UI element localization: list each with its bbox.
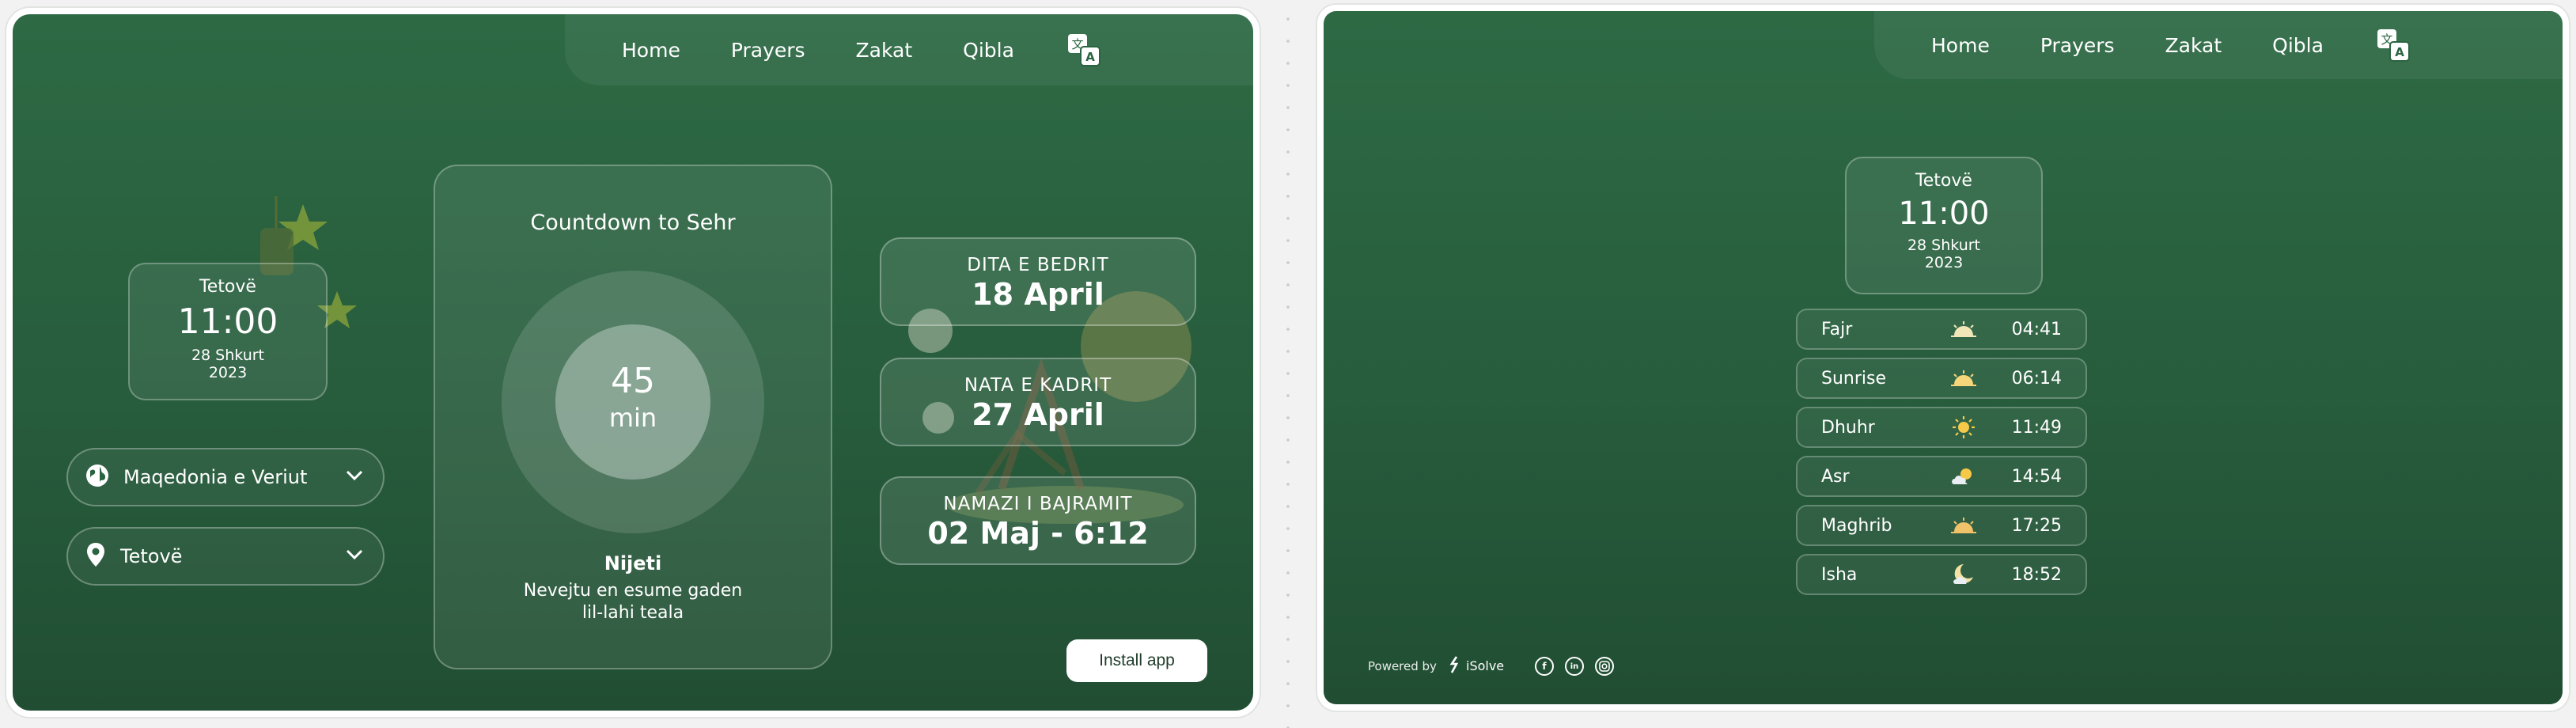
- clock-time: 11:00: [177, 301, 278, 342]
- city-select-value: Tetovë: [120, 545, 183, 567]
- prayer-row-asr: Asr 14:54: [1796, 456, 2087, 497]
- clock-city: Tetovë: [199, 277, 256, 297]
- prayer-name: Fajr: [1821, 319, 1853, 339]
- prayer-name: Maghrib: [1821, 515, 1892, 536]
- countdown-value: 45: [611, 361, 655, 401]
- prayer-row-maghrib: Maghrib 17:25: [1796, 505, 2087, 546]
- country-select[interactable]: Maqedonia e Veriut: [66, 448, 385, 506]
- prayer-name: Isha: [1821, 564, 1858, 585]
- event-card-bedr: DITA E BEDRIT 18 April: [880, 237, 1196, 326]
- clock-city: Tetovë: [1915, 171, 1972, 191]
- prayer-row-fajr: Fajr 04:41: [1796, 309, 2087, 350]
- nav-qibla[interactable]: Qibla: [2247, 34, 2349, 57]
- clock-year: 2023: [208, 364, 248, 381]
- clock-date: 28 Shkurt: [1907, 237, 1981, 254]
- sun-cloud-icon: [1940, 465, 1987, 487]
- prayer-time: 17:25: [2011, 515, 2062, 536]
- intention-line-2: lil-lahi teala: [581, 603, 684, 623]
- location-pin-icon: [85, 542, 106, 571]
- nav-zakat[interactable]: Zakat: [2140, 34, 2248, 57]
- event-title: NAMAZI I BAJRAMIT: [943, 494, 1133, 514]
- prayers-screen-panel: Home Prayers Zakat Qibla 文 A Tetovë 11:0…: [1324, 11, 2563, 704]
- svg-text:A: A: [1085, 50, 1095, 64]
- clock-card: Tetovë 11:00 28 Shkurt 2023: [1845, 157, 2043, 294]
- home-screen-panel: Home Prayers Zakat Qibla 文 A Tetovë 11:0…: [13, 14, 1253, 711]
- countdown-ring: 45 min: [502, 271, 764, 533]
- event-card-kadr: NATA E KADRIT 27 April: [880, 358, 1196, 446]
- prayer-name: Dhuhr: [1821, 417, 1875, 438]
- powered-by-label: Powered by: [1368, 659, 1437, 673]
- countdown-card: Countdown to Sehr 45 min Nijeti Nevejtu …: [434, 165, 832, 669]
- countdown-inner-circle: 45 min: [555, 324, 710, 480]
- linkedin-icon[interactable]: in: [1565, 657, 1584, 676]
- event-card-bajram: NAMAZI I BAJRAMIT 02 Maj - 6:12: [880, 476, 1196, 565]
- canvas-dot-grid: [1272, 0, 1304, 728]
- country-select-value: Maqedonia e Veriut: [123, 466, 308, 488]
- moon-cloud-icon: [1940, 563, 1987, 586]
- prayer-row-isha: Isha 18:52: [1796, 554, 2087, 595]
- prayer-time: 04:41: [2011, 319, 2062, 339]
- sunrise-icon: [1940, 320, 1987, 339]
- nav-home[interactable]: Home: [597, 39, 706, 62]
- sun-icon: [1940, 415, 1987, 439]
- translate-icon[interactable]: 文 A: [2376, 28, 2411, 63]
- event-title: NATA E KADRIT: [964, 375, 1112, 396]
- top-nav: Home Prayers Zakat Qibla 文 A: [1874, 11, 2563, 79]
- prayer-time: 11:49: [2011, 417, 2062, 438]
- intention-line-1: Nevejtu en esume gaden: [523, 581, 743, 601]
- city-select[interactable]: Tetovë: [66, 527, 385, 586]
- event-date: 18 April: [972, 277, 1104, 312]
- isolve-logo-icon: [1447, 655, 1461, 677]
- event-date: 02 Maj - 6:12: [927, 516, 1149, 551]
- event-title: DITA E BEDRIT: [967, 255, 1109, 275]
- install-app-button[interactable]: Install app: [1066, 639, 1207, 682]
- prayer-row-dhuhr: Dhuhr 11:49: [1796, 407, 2087, 448]
- svg-text:A: A: [2395, 45, 2404, 59]
- clock-year: 2023: [1924, 254, 1964, 271]
- nav-prayers[interactable]: Prayers: [2015, 34, 2140, 57]
- facebook-icon[interactable]: f: [1535, 657, 1554, 676]
- top-nav: Home Prayers Zakat Qibla 文 A: [565, 14, 1253, 85]
- event-date: 27 April: [972, 397, 1104, 432]
- prayer-time: 14:54: [2011, 466, 2062, 487]
- countdown-title: Countdown to Sehr: [530, 210, 736, 235]
- isolve-brand[interactable]: iSolve: [1466, 658, 1504, 673]
- instagram-icon[interactable]: [1595, 657, 1614, 676]
- translate-icon[interactable]: 文 A: [1066, 32, 1101, 67]
- nav-qibla[interactable]: Qibla: [938, 39, 1040, 62]
- globe-icon: [85, 464, 109, 491]
- chevron-down-icon: [345, 469, 364, 485]
- nav-prayers[interactable]: Prayers: [706, 39, 831, 62]
- sunset-icon: [1940, 516, 1987, 535]
- clock-time: 11:00: [1898, 195, 1990, 232]
- intention-title: Nijeti: [604, 552, 662, 574]
- prayer-time: 06:14: [2011, 368, 2062, 389]
- countdown-unit: min: [608, 403, 657, 433]
- nav-zakat[interactable]: Zakat: [831, 39, 938, 62]
- chevron-down-icon: [345, 548, 364, 564]
- prayer-time: 18:52: [2011, 564, 2062, 585]
- prayer-row-sunrise: Sunrise 06:14: [1796, 358, 2087, 399]
- clock-date: 28 Shkurt: [191, 347, 265, 364]
- sunrise-icon: [1940, 369, 1987, 388]
- prayer-name: Sunrise: [1821, 368, 1887, 389]
- prayer-name: Asr: [1821, 466, 1850, 487]
- clock-card: Tetovë 11:00 28 Shkurt 2023: [128, 263, 328, 400]
- nav-home[interactable]: Home: [1906, 34, 2015, 57]
